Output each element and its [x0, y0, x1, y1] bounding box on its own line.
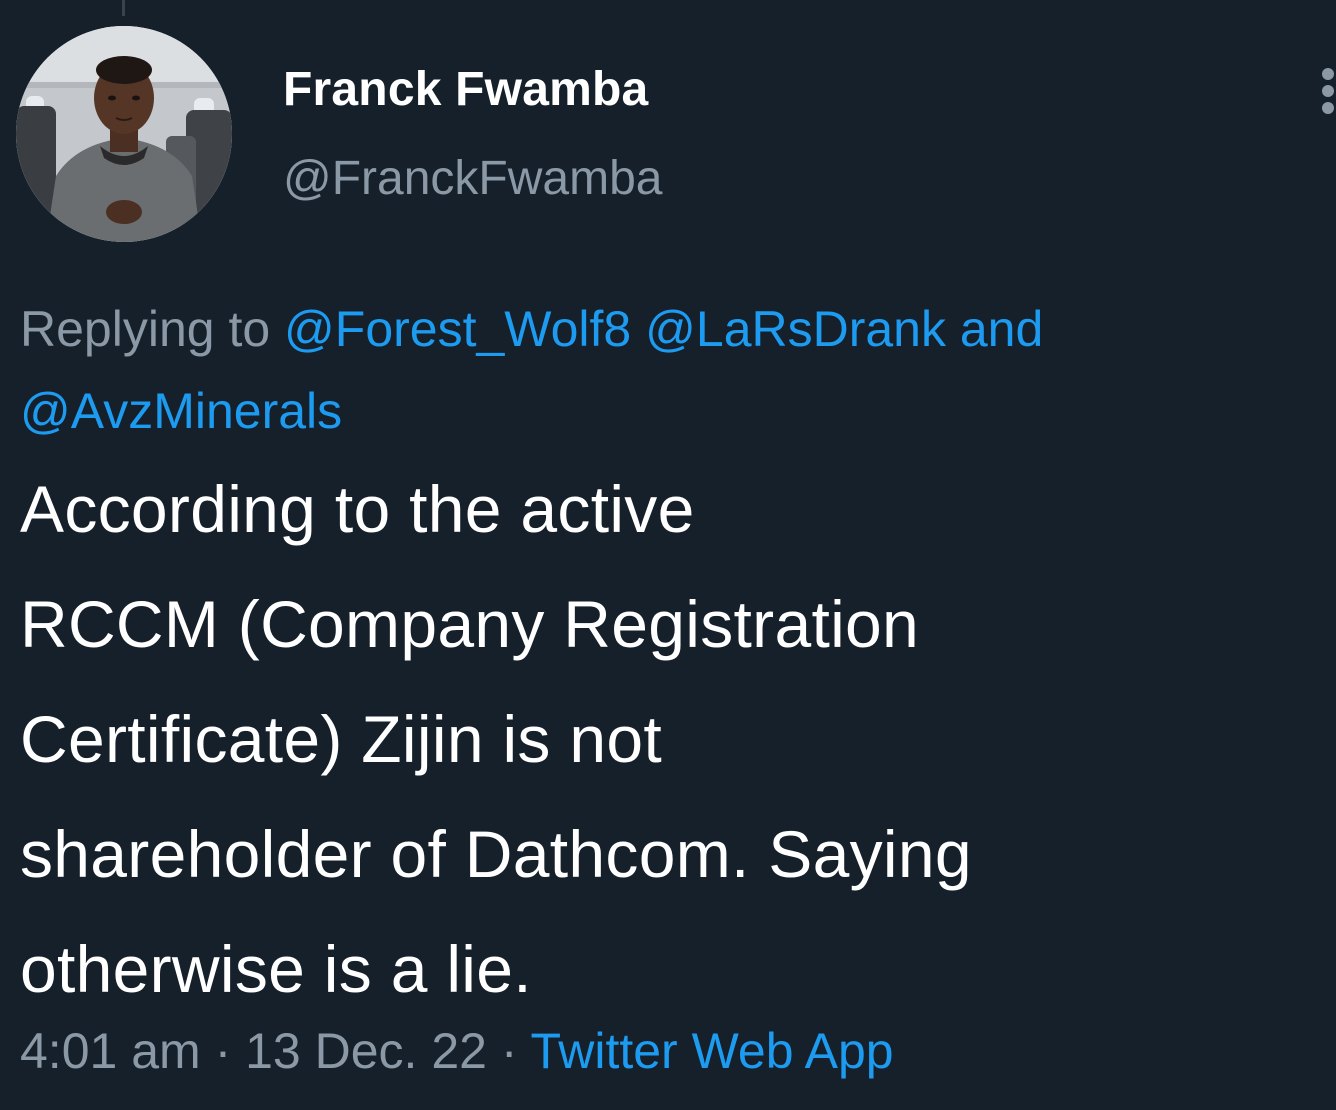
- tweet-text-line: shareholder of Dathcom. Saying: [20, 817, 972, 891]
- dot-icon: [1322, 68, 1334, 80]
- tweet-metadata: 4:01 am · 13 Dec. 22 · Twitter Web App: [20, 1022, 894, 1080]
- tweet-text-line: Certificate) Zijin is not: [20, 702, 663, 776]
- reply-prefix: Replying to: [20, 301, 285, 357]
- tweet-text-line: otherwise is a lie.: [20, 932, 532, 1006]
- tweet-time[interactable]: 4:01 am: [20, 1023, 201, 1079]
- profile-photo-icon: [16, 26, 232, 242]
- tweet-text: According to the active RCCM (Company Re…: [20, 452, 1320, 1027]
- mention-link-larsdrank[interactable]: @LaRsDrank: [645, 301, 946, 357]
- author-display-name[interactable]: Franck Fwamba: [283, 62, 648, 117]
- thread-connector-line: [122, 0, 125, 16]
- tweet-date[interactable]: 13 Dec. 22: [245, 1023, 487, 1079]
- tweet-text-line: RCCM (Company Registration: [20, 587, 920, 661]
- reply-context: Replying to @Forest_Wolf8 @LaRsDrank and…: [20, 288, 1280, 452]
- tweet-source-link[interactable]: Twitter Web App: [530, 1023, 893, 1079]
- more-options-icon[interactable]: [1318, 68, 1336, 118]
- meta-separator: ·: [200, 1023, 246, 1079]
- dot-icon: [1322, 85, 1334, 97]
- dot-icon: [1322, 102, 1334, 114]
- tweet-text-line: According to the active: [20, 472, 695, 546]
- mention-link-avzminerals[interactable]: @AvzMinerals: [20, 383, 342, 439]
- avatar[interactable]: [16, 26, 232, 242]
- mention-link-forest-wolf8[interactable]: @Forest_Wolf8: [284, 301, 631, 357]
- meta-separator: ·: [486, 1023, 531, 1079]
- reply-conjunction: and: [945, 301, 1044, 357]
- author-handle[interactable]: @FranckFwamba: [283, 151, 662, 206]
